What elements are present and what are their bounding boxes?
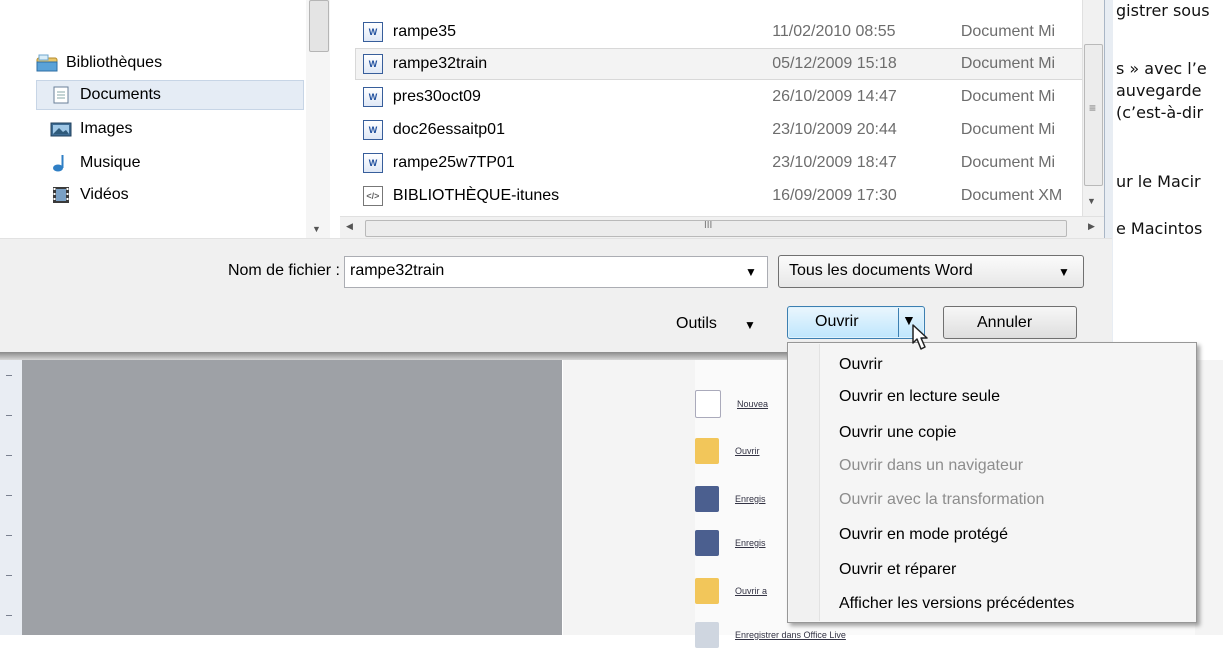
file-type: Document Mi — [960, 23, 1056, 40]
documents-icon — [50, 86, 72, 104]
scroll-left-arrow-icon[interactable]: ◀ — [346, 221, 353, 232]
office-menu-item: Enregis — [695, 486, 766, 512]
office-menu-item: Enregis — [695, 530, 766, 556]
office-menu-item: Ouvrir a — [695, 578, 767, 604]
file-row[interactable]: W pres30oct09 26/10/2009 14:47 Document … — [355, 81, 1080, 113]
file-type: Document Mi — [960, 55, 1056, 72]
music-icon — [50, 154, 72, 172]
folder-icon — [695, 578, 719, 604]
file-name: rampe25w7TP01 — [392, 154, 515, 171]
nav-item-label: Vidéos — [80, 186, 129, 203]
doc-text-line: (c’est-à-dir — [1116, 103, 1204, 122]
nav-item-label: Documents — [80, 86, 161, 103]
background-document: gistrer sous s » avec l’e auvegarde (c’e… — [1112, 0, 1223, 350]
nav-scrollbar-thumb[interactable] — [309, 0, 329, 52]
file-row[interactable]: W rampe25w7TP01 23/10/2009 18:47 Documen… — [355, 147, 1080, 179]
nav-item-images[interactable]: Images — [50, 114, 132, 144]
word-doc-icon: W — [363, 54, 383, 74]
mouse-cursor-icon — [907, 323, 939, 357]
menu-item-open-in-browser: Ouvrir dans un navigateur — [839, 457, 1024, 474]
nav-item-videos[interactable]: Vidéos — [50, 180, 129, 210]
videos-icon — [50, 186, 72, 204]
nav-item-label: Musique — [80, 154, 141, 171]
word-doc-icon: W — [363, 120, 383, 140]
menu-icon-gutter — [789, 344, 820, 621]
file-name: pres30oct09 — [392, 88, 481, 105]
file-row[interactable]: W rampe35 11/02/2010 08:55 Document Mi — [355, 16, 1080, 48]
file-name: rampe35 — [392, 23, 457, 40]
menu-item-open-protected[interactable]: Ouvrir en mode protégé — [839, 526, 1008, 544]
document-workspace — [22, 360, 562, 635]
doc-text-line: e Macintos — [1116, 219, 1203, 238]
vertical-scrollbar-thumb[interactable]: ≡ — [1084, 44, 1103, 186]
filename-dropdown-arrow-icon[interactable]: ▼ — [745, 265, 757, 279]
file-date: 11/02/2010 08:55 — [772, 23, 896, 40]
nav-item-music[interactable]: Musique — [50, 148, 140, 178]
file-date: 26/10/2009 14:47 — [772, 88, 897, 105]
menu-item-open-read-only[interactable]: Ouvrir en lecture seule — [839, 388, 1000, 406]
save-icon — [695, 486, 719, 512]
file-row[interactable]: W doc26essaitp01 23/10/2009 20:44 Docume… — [355, 114, 1080, 146]
word-doc-icon: W — [363, 22, 383, 42]
scrollbar-grip-icon: ≡ — [1089, 101, 1097, 115]
libraries-icon — [36, 54, 58, 72]
images-icon — [50, 120, 72, 138]
nav-item-documents[interactable]: Documents — [50, 80, 161, 110]
menu-item-open-with-transform: Ouvrir avec la transformation — [839, 491, 1045, 508]
xml-doc-icon: </> — [363, 186, 383, 206]
doc-text-line: gistrer sous — [1116, 1, 1210, 20]
word-doc-icon: W — [363, 87, 383, 107]
new-document-icon — [695, 390, 721, 418]
file-date: 23/10/2009 20:44 — [772, 121, 897, 138]
menu-item-open-copy[interactable]: Ouvrir une copie — [839, 424, 956, 442]
file-type-filter-value: Tous les documents Word — [789, 262, 973, 279]
office-menu-item: Nouvea — [695, 390, 768, 418]
office-live-icon — [695, 622, 719, 648]
nav-item-libraries[interactable]: Bibliothèques — [36, 48, 162, 78]
file-date: 23/10/2009 18:47 — [772, 154, 897, 171]
word-doc-icon: W — [363, 153, 383, 173]
file-row[interactable]: </> BIBLIOTHÈQUE-itunes 16/09/2009 17:30… — [355, 180, 1080, 212]
vertical-ruler — [0, 360, 23, 635]
file-name: doc26essaitp01 — [392, 121, 505, 138]
file-type: Document Mi — [960, 88, 1056, 105]
file-name: rampe32train — [392, 55, 488, 72]
tools-menu-button[interactable]: Outils — [676, 315, 717, 333]
file-type: Document Mi — [960, 154, 1056, 171]
save-as-icon — [695, 530, 719, 556]
scroll-down-arrow-icon[interactable]: ▼ — [1087, 196, 1096, 206]
nav-item-label: Images — [80, 120, 133, 137]
file-row-selected[interactable]: W rampe32train 05/12/2009 15:18 Document… — [355, 48, 1080, 80]
office-menu-item: Ouvrir — [695, 438, 760, 464]
horizontal-scrollbar-thumb[interactable]: III — [365, 220, 1067, 237]
file-type: Document Mi — [960, 121, 1056, 138]
folder-icon — [695, 438, 719, 464]
file-type: Document XM — [960, 187, 1063, 204]
open-button-label: Ouvrir — [815, 313, 859, 330]
doc-text-line: s » avec l’e — [1116, 59, 1207, 78]
cancel-button-label: Annuler — [977, 314, 1033, 331]
filename-input[interactable] — [350, 262, 720, 280]
file-name: BIBLIOTHÈQUE-itunes — [392, 187, 560, 204]
file-date: 16/09/2009 17:30 — [772, 187, 897, 204]
split-divider — [898, 308, 899, 337]
doc-text-line: ur le Macir — [1116, 172, 1201, 191]
scroll-down-arrow-icon[interactable]: ▼ — [312, 224, 321, 234]
file-date: 05/12/2009 15:18 — [772, 55, 897, 72]
doc-text-line: auvegarde — [1116, 81, 1202, 100]
nav-item-label: Bibliothèques — [66, 54, 163, 71]
menu-item-open[interactable]: Ouvrir — [839, 356, 883, 374]
menu-item-open-and-repair[interactable]: Ouvrir et réparer — [839, 561, 956, 579]
open-options-menu — [787, 342, 1197, 623]
filter-dropdown-arrow-icon[interactable]: ▼ — [1058, 265, 1070, 279]
menu-item-show-previous-versions[interactable]: Afficher les versions précédentes — [839, 595, 1074, 613]
scroll-right-arrow-icon[interactable]: ▶ — [1088, 221, 1095, 232]
cancel-button[interactable]: Annuler — [943, 306, 1077, 339]
office-menu-item: Enregistrer dans Office Live — [695, 622, 846, 648]
filename-label: Nom de fichier : — [227, 262, 340, 279]
tools-dropdown-arrow-icon[interactable]: ▼ — [744, 318, 756, 332]
scrollbar-grip-icon: III — [704, 220, 713, 231]
